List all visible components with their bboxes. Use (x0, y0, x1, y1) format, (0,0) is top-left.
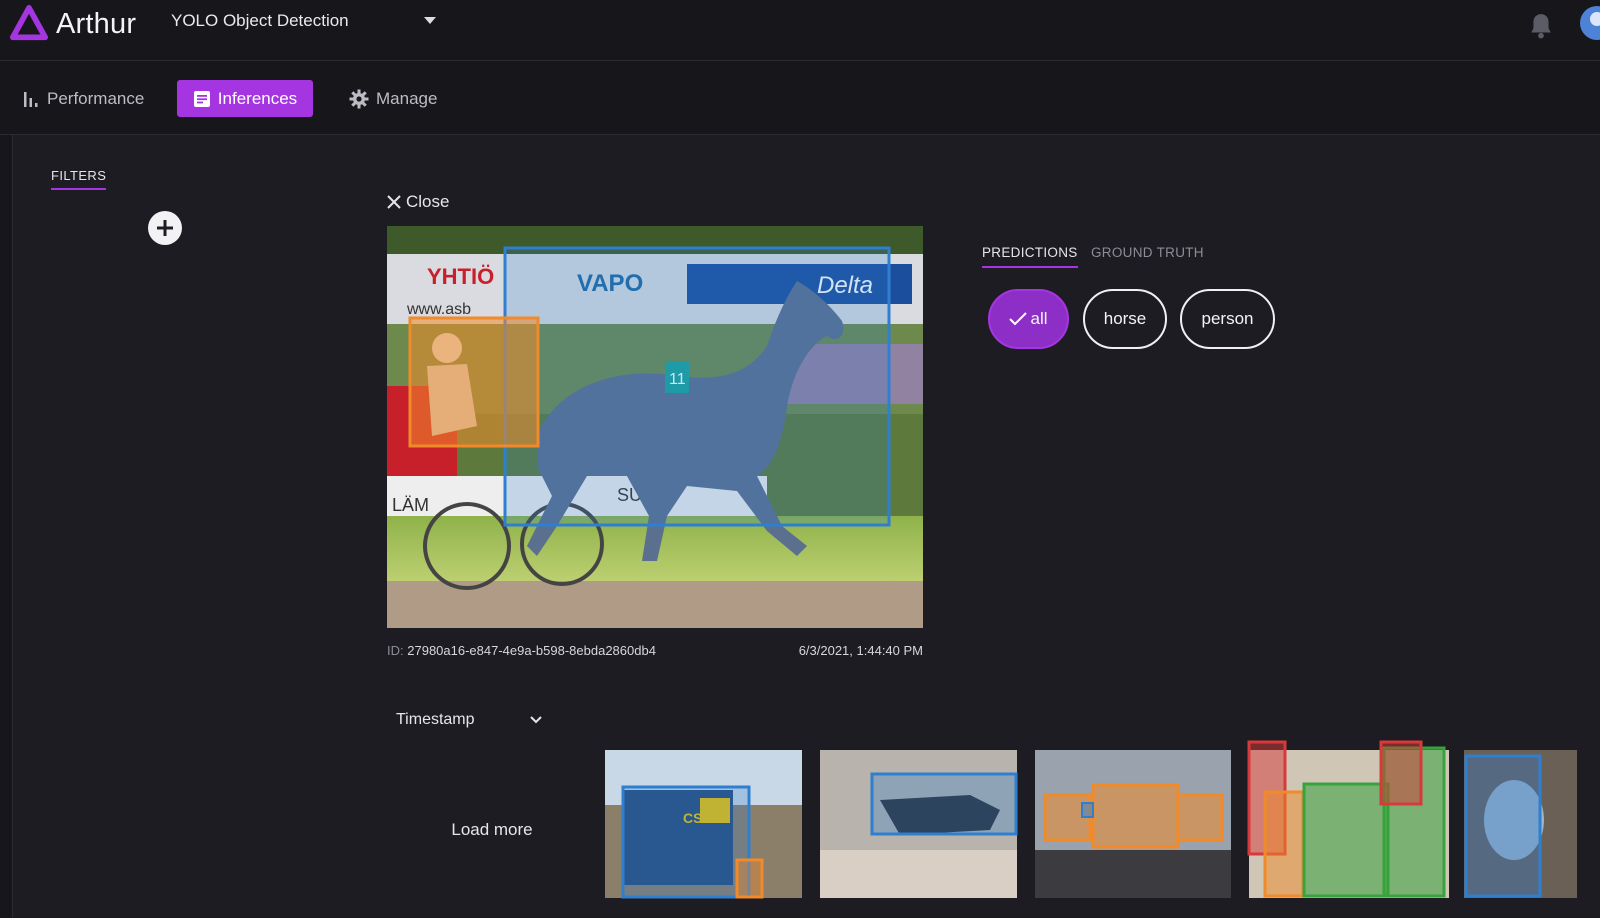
thumbnail-woman[interactable] (1464, 750, 1577, 905)
close-icon (387, 195, 401, 209)
filters-heading[interactable]: FILTERS (51, 168, 107, 190)
sign-text-yhtio: YHTIÖ (427, 264, 494, 289)
load-more-button[interactable]: Load more (442, 820, 542, 840)
sign-text-url: www.asb (406, 301, 471, 318)
add-filter-button[interactable] (148, 211, 182, 245)
class-chip-all-label: all (1030, 309, 1048, 328)
bbox-orange (1263, 790, 1305, 898)
class-chip-person[interactable]: person (1180, 289, 1275, 349)
bell-icon[interactable] (1528, 12, 1554, 40)
pillow (820, 850, 1017, 898)
arthur-logo-icon (10, 5, 48, 41)
check-icon (1009, 312, 1028, 326)
thumbnail-monitors[interactable] (1035, 750, 1231, 905)
tab-performance[interactable]: Performance (22, 80, 144, 117)
main-nav: Performance Inferences Manage (0, 60, 1600, 135)
thumbnail-train[interactable]: CSX (605, 750, 802, 905)
user-avatar[interactable] (1580, 6, 1600, 40)
inference-id: ID: 27980a16-e847-4e9a-b598-8ebda2860db4 (387, 643, 656, 658)
desk (1035, 850, 1231, 898)
sign-text-lam: LÄM (392, 495, 429, 515)
tab-inferences-label: Inferences (217, 88, 298, 108)
bbox-person (735, 858, 764, 899)
thumbnail-woman-image (1464, 750, 1577, 898)
thumbnail-monitors-image (1035, 750, 1231, 898)
tab-ground-truth[interactable]: GROUND TRUTH (1091, 245, 1204, 266)
bbox-person (1464, 754, 1542, 898)
class-chip-horse[interactable]: horse (1083, 289, 1167, 349)
tab-performance-label: Performance (47, 88, 145, 108)
caret-down-icon (424, 17, 436, 24)
model-selector[interactable]: YOLO Object Detection (171, 8, 446, 34)
inference-id-value: 27980a16-e847-4e9a-b598-8ebda2860db4 (407, 643, 656, 658)
document-list-icon (193, 90, 210, 107)
bar-chart-icon (24, 91, 38, 107)
inference-timestamp: 6/3/2021, 1:44:40 PM (798, 643, 923, 658)
bbox-horse[interactable] (503, 246, 891, 527)
class-chip-person-label: person (1201, 309, 1254, 328)
sort-dropdown[interactable]: Timestamp (396, 708, 542, 732)
top-bar: Arthur YOLO Object Detection (0, 0, 1600, 61)
bbox-tv-right (1176, 793, 1224, 842)
bbox-red-right (1379, 740, 1423, 806)
thumbnail-train-image: CSX (605, 750, 802, 899)
bbox-small-object (1081, 802, 1094, 818)
bbox-green-center (1302, 782, 1390, 898)
class-chip-all[interactable]: all (988, 289, 1069, 349)
brand-name: Arthur (56, 7, 137, 40)
tab-manage-label: Manage (376, 88, 438, 108)
close-button[interactable]: Close (386, 192, 449, 212)
inference-id-label: ID: (387, 643, 404, 658)
tab-inferences[interactable]: Inferences (177, 80, 313, 117)
thumbnail-dog[interactable] (820, 750, 1018, 905)
model-name: YOLO Object Detection (171, 11, 349, 30)
close-label: Close (406, 192, 450, 211)
bbox-train (621, 785, 751, 899)
gear-icon (349, 89, 369, 108)
tab-predictions[interactable]: PREDICTIONS (982, 245, 1078, 268)
bbox-person[interactable] (408, 316, 540, 448)
bbox-tv-center (1091, 783, 1180, 849)
thumbnail-room-image (1247, 740, 1449, 898)
sort-label: Timestamp (396, 711, 475, 728)
thumbnail-dog-image (820, 750, 1018, 898)
app-logo[interactable]: Arthur (10, 5, 136, 43)
class-chip-horse-label: horse (1103, 309, 1147, 328)
chevron-down-icon (530, 716, 542, 724)
bbox-dog (870, 772, 1018, 836)
tab-manage[interactable]: Manage (349, 80, 437, 117)
plus-icon (157, 220, 173, 236)
inference-image[interactable]: YHTIÖ www.asb VAPO Delta LÄM SUT 11 (387, 226, 923, 628)
inference-scene: YHTIÖ www.asb VAPO Delta LÄM SUT 11 (387, 226, 923, 628)
thumbnail-room[interactable] (1247, 740, 1449, 898)
